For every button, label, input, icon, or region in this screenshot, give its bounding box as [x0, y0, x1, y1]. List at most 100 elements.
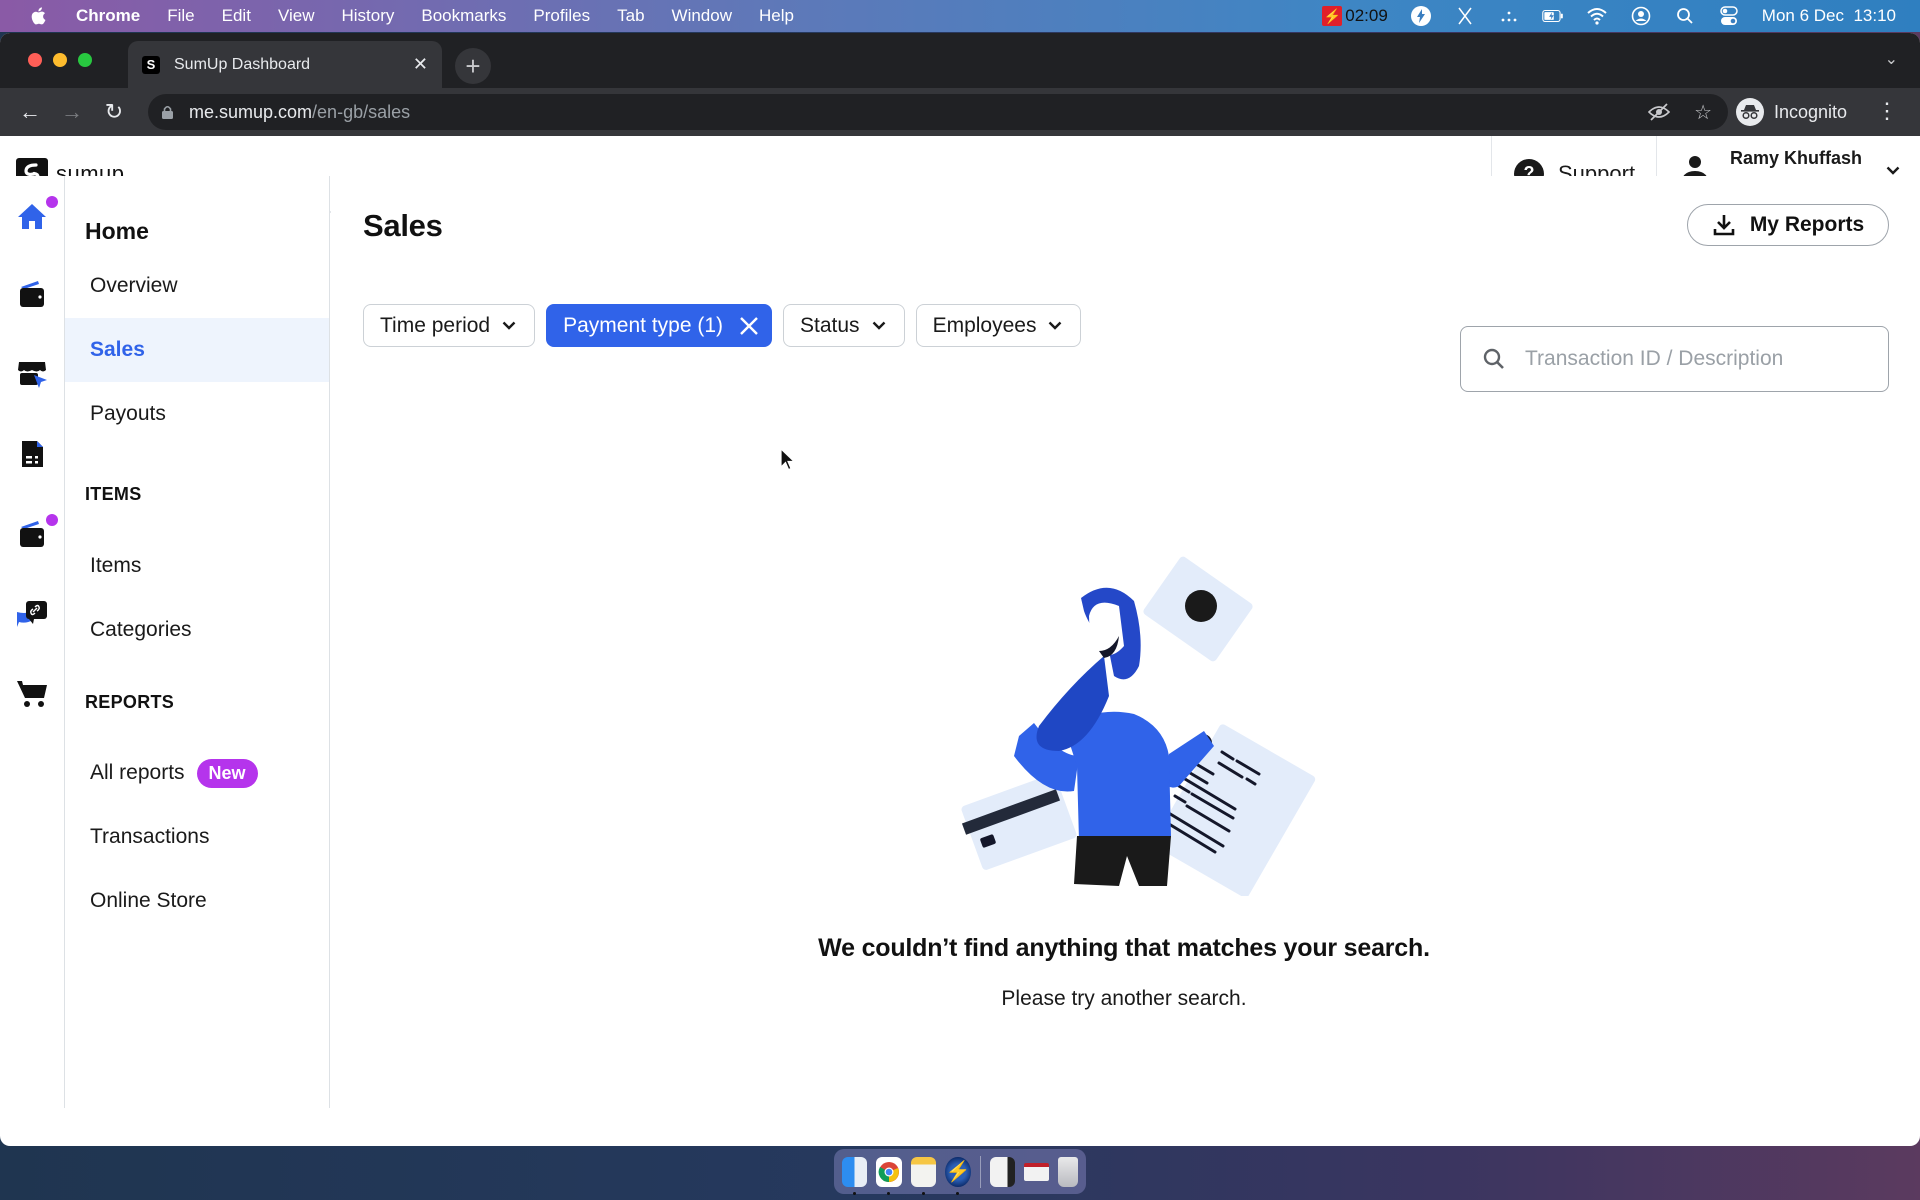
notification-dot [46, 196, 58, 208]
filter-time-period[interactable]: Time period [363, 304, 536, 347]
sidebar-item-label: All reports [90, 761, 185, 784]
screen-recording-indicator[interactable]: ⚡ 02:09 [1322, 6, 1388, 26]
receipt [1152, 724, 1316, 896]
url-path: /en-gb/sales [312, 101, 411, 122]
sidebar-item-items[interactable]: Items [65, 534, 329, 598]
menu-history[interactable]: History [341, 6, 394, 26]
battery-icon[interactable] [1542, 5, 1564, 27]
tab-search-chevron-icon[interactable]: ⌄ [1885, 49, 1898, 69]
browser-tab[interactable]: S SumUp Dashboard ✕ [128, 41, 442, 88]
incognito-indicator[interactable]: Incognito [1736, 94, 1858, 130]
sidebar-heading-home: Home [85, 218, 149, 244]
menu-view[interactable]: View [278, 6, 315, 26]
menu-window[interactable]: Window [672, 6, 732, 26]
running-indicator [956, 1191, 960, 1195]
sidebar-item-label: Items [90, 554, 142, 577]
wallet-icon[interactable] [16, 278, 48, 310]
apple-icon[interactable] [28, 5, 50, 27]
incognito-icon [1736, 98, 1764, 126]
chevron-down-icon [872, 321, 885, 330]
filter-label: Employees [932, 313, 1037, 337]
sidebar-heading-items: ITEMS [85, 484, 142, 504]
empty-state-illustration [961, 556, 1316, 896]
new-tab-button[interactable]: + [455, 48, 491, 84]
menu-tab[interactable]: Tab [617, 6, 644, 26]
lock-icon[interactable] [162, 105, 173, 119]
running-indicator [921, 1191, 925, 1195]
menubar-datetime[interactable]: Mon 6 Dec 13:10 [1762, 6, 1896, 26]
user-account-icon[interactable] [1630, 5, 1652, 27]
forward-button[interactable]: → [60, 99, 84, 124]
sidebar-item-online-store[interactable]: Online Store [65, 869, 329, 933]
chevron-down-icon [1049, 321, 1062, 330]
back-button[interactable]: ← [18, 99, 42, 124]
user-name: Ramy Khuffash [1730, 148, 1863, 168]
maximize-window-button[interactable] [78, 53, 92, 67]
filter-status[interactable]: Status [783, 304, 905, 347]
sumup-favicon: S [142, 55, 160, 74]
spotlight-search-icon[interactable] [1674, 5, 1696, 27]
menu-edit[interactable]: Edit [222, 6, 251, 26]
menu-help[interactable]: Help [759, 6, 794, 26]
eye-slash-icon[interactable] [1648, 102, 1671, 122]
main-content: Sales My Reports Time period Payment typ… [331, 176, 1920, 1108]
sidebar-item-all-reports[interactable]: All reports New [65, 741, 329, 805]
menu-profiles[interactable]: Profiles [533, 6, 590, 26]
search-icon [1483, 348, 1504, 369]
sidebar-item-overview[interactable]: Overview [65, 254, 329, 318]
my-reports-label: My Reports [1749, 213, 1865, 236]
dots-icon[interactable] [1498, 5, 1520, 27]
sidebar-heading-reports: REPORTS [85, 692, 175, 712]
photo-card [1143, 556, 1253, 662]
minimize-window-button[interactable] [53, 53, 67, 67]
page-title: Sales [363, 208, 443, 243]
dock-chrome[interactable] [876, 1156, 902, 1195]
toolbar: ← → ↻ me.sumup.com/en-gb/sales ☆ Incogni… [0, 88, 1920, 136]
store-icon[interactable] [16, 358, 48, 390]
invoice-icon[interactable] [16, 438, 48, 470]
tab-strip: S SumUp Dashboard ✕ + ⌄ [0, 33, 1920, 88]
bookmark-star-icon[interactable]: ☆ [1694, 100, 1712, 125]
menu-file[interactable]: File [167, 6, 194, 26]
chrome-menu-icon[interactable]: ⋮ [1876, 98, 1898, 124]
dock-reeder[interactable]: ⚡ [945, 1156, 971, 1195]
sidebar-item-sales[interactable]: Sales [65, 318, 329, 382]
dock-finder[interactable] [842, 1156, 868, 1195]
transaction-search[interactable] [1460, 326, 1889, 392]
tools-icon[interactable] [1454, 5, 1476, 27]
filter-bar: Time period Payment type (1) Status Empl… [363, 304, 1082, 347]
filter-employees[interactable]: Employees [915, 304, 1082, 347]
filter-label: Time period [380, 313, 491, 337]
notification-dot [46, 514, 58, 526]
dock-screenshot[interactable] [1024, 1162, 1050, 1181]
filter-label: Status [800, 313, 860, 337]
dock-notes[interactable] [910, 1156, 937, 1195]
my-reports-button[interactable]: My Reports [1687, 204, 1889, 246]
menu-app-name[interactable]: Chrome [76, 6, 140, 26]
empty-state-title: We couldn’t find anything that matches y… [818, 934, 1430, 962]
sidebar-item-transactions[interactable]: Transactions [65, 805, 329, 869]
filter-payment-type[interactable]: Payment type (1) [546, 304, 773, 347]
sidebar-item-categories[interactable]: Categories [65, 598, 329, 662]
reload-button[interactable]: ↻ [102, 99, 126, 124]
dock-trash[interactable] [1058, 1156, 1078, 1187]
clear-filter-icon[interactable] [739, 316, 759, 336]
wallet-items-icon[interactable] [16, 518, 48, 550]
running-indicator [853, 1191, 856, 1195]
sidebar-item-label: Online Store [90, 889, 207, 912]
menu-bookmarks[interactable]: Bookmarks [421, 6, 506, 26]
sidebar: Home Overview Sales Payouts ITEMS Items … [65, 176, 330, 1108]
bolt-app-icon[interactable] [1410, 5, 1432, 27]
home-icon[interactable] [16, 200, 48, 232]
control-center-icon[interactable] [1718, 5, 1740, 27]
sidebar-item-payouts[interactable]: Payouts [65, 382, 329, 446]
dock-document[interactable] [989, 1156, 1016, 1187]
wifi-icon[interactable] [1586, 5, 1608, 27]
menubar-status-area: ⚡ 02:09 Mon 6 Dec 13:10 [1322, 0, 1896, 32]
cart-icon[interactable] [16, 678, 48, 710]
close-tab-icon[interactable]: ✕ [413, 54, 428, 75]
close-window-button[interactable] [28, 53, 42, 67]
payment-link-icon[interactable] [16, 598, 48, 630]
search-input[interactable] [1525, 347, 1865, 371]
address-bar[interactable]: me.sumup.com/en-gb/sales ☆ [148, 94, 1728, 130]
